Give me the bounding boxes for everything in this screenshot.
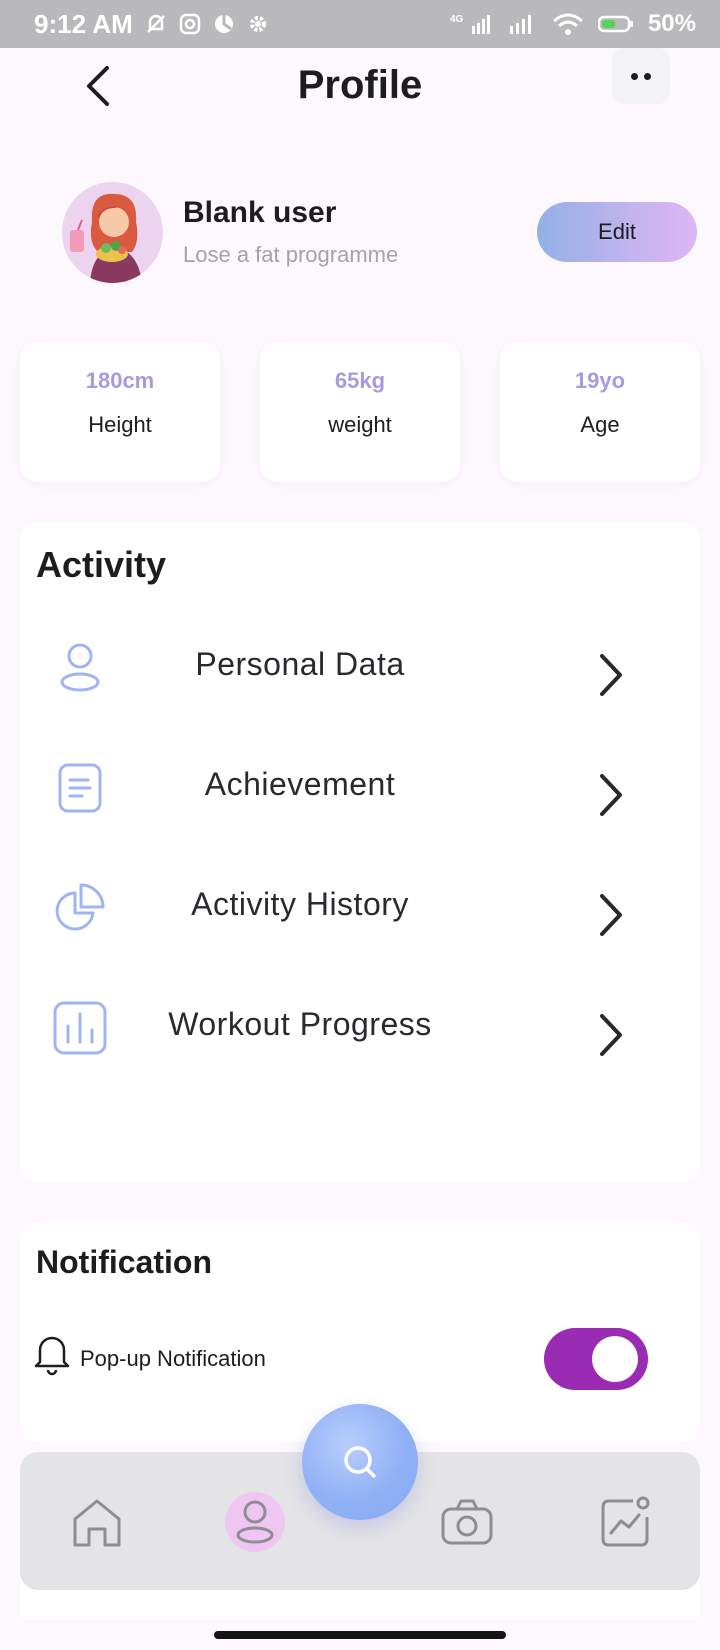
pie-chart-icon: [50, 878, 110, 938]
menu-item-label: Achievement: [204, 766, 396, 802]
user-program: Lose a fat programme: [183, 242, 399, 267]
status-bar: 9:12 AM 4G 50%: [0, 0, 720, 48]
profile-icon: [236, 1500, 274, 1544]
user-name: Blank user: [183, 196, 337, 229]
activity-title: Activity: [36, 544, 167, 585]
instagram-icon: [179, 13, 201, 35]
avatar-illustration-icon: [62, 182, 162, 283]
settings-gear-icon: [247, 13, 269, 35]
chevron-right-icon: [600, 1014, 622, 1056]
person-icon: [50, 638, 110, 698]
camera-icon: [441, 1499, 493, 1545]
header: Profile: [0, 48, 720, 148]
home-icon: [73, 1499, 121, 1547]
menu-item-label: Personal Data: [195, 646, 405, 682]
menu-item-achievement[interactable]: Achievement: [20, 738, 700, 838]
stat-label: weight: [328, 412, 392, 437]
menu-item-label: Activity History: [191, 886, 409, 922]
menu-item-personal-data[interactable]: Personal Data: [20, 618, 700, 718]
chevron-right-icon: [600, 774, 622, 816]
menu-item-label: Workout Progress: [168, 1006, 432, 1042]
wifi-icon: [552, 12, 584, 36]
battery-icon: [597, 14, 634, 34]
notification-title: Notification: [36, 1244, 212, 1280]
stat-card-weight: 65kg weight: [260, 342, 460, 482]
status-time: 9:12 AM: [34, 8, 133, 39]
popup-notification-toggle[interactable]: [544, 1328, 648, 1390]
chevron-right-icon: [600, 894, 622, 936]
stat-label: Age: [580, 412, 620, 437]
toggle-knob: [592, 1336, 638, 1382]
battery-percent: 50%: [647, 10, 696, 37]
muted-bell-icon: [145, 13, 167, 35]
signal-icon: [508, 12, 538, 36]
more-dot-icon: [631, 72, 638, 80]
nav-progress[interactable]: [592, 1490, 658, 1556]
signal-4g-icon: 4G: [450, 12, 494, 36]
status-left: 9:12 AM: [34, 9, 269, 40]
nav-profile[interactable]: [225, 1492, 285, 1552]
chart-icon: [601, 1496, 650, 1547]
bar-chart-icon: [50, 998, 110, 1058]
popup-notification-label: Pop-up Notification: [80, 1346, 266, 1371]
stat-value: 180cm: [85, 368, 155, 393]
stat-value: 19yo: [574, 368, 626, 393]
nav-home[interactable]: [64, 1490, 130, 1556]
search-fab-button[interactable]: [302, 1404, 418, 1520]
stat-card-age: 19yo Age: [500, 342, 700, 482]
document-icon: [50, 758, 110, 818]
nav-camera[interactable]: [434, 1490, 500, 1556]
more-options-button[interactable]: [612, 48, 670, 104]
app-notification-icon: [213, 13, 235, 35]
more-dot-icon: [644, 72, 651, 80]
network-label: 4G: [450, 14, 464, 25]
stat-card-height: 180cm Height: [20, 342, 220, 482]
profile-summary: Blank user Lose a fat programme Edit: [0, 180, 720, 284]
stat-label: Height: [88, 412, 152, 437]
menu-item-activity-history[interactable]: Activity History: [20, 858, 700, 958]
home-indicator[interactable]: [214, 1631, 506, 1639]
popup-notification-row: Pop-up Notification: [20, 1318, 700, 1398]
activity-panel: Activity Personal Data Achievement Activ…: [20, 522, 700, 1182]
avatar[interactable]: [62, 182, 163, 283]
edit-profile-button[interactable]: Edit: [537, 202, 697, 262]
chevron-right-icon: [600, 654, 622, 696]
bell-icon: [34, 1336, 70, 1376]
stat-value: 65kg: [334, 368, 386, 393]
menu-item-workout-progress[interactable]: Workout Progress: [20, 978, 700, 1078]
search-icon: [344, 1446, 376, 1478]
status-right: 4G 50%: [450, 10, 696, 38]
